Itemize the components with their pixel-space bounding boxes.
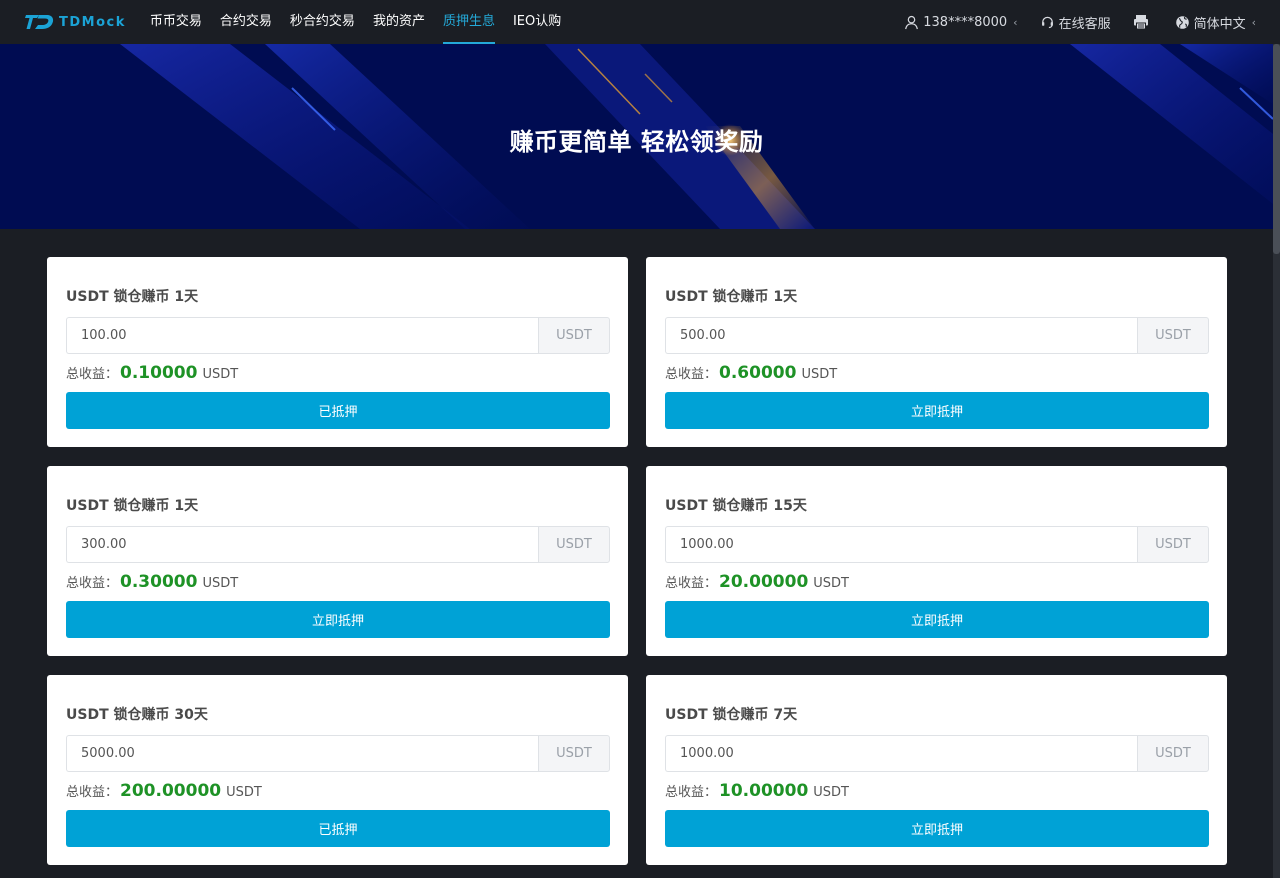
- profit-label: 总收益：: [66, 785, 119, 800]
- globe-icon: [1175, 15, 1189, 29]
- nav-item-staking[interactable]: 质押生息: [442, 0, 495, 44]
- amount-unit-addon: USDT: [1137, 317, 1209, 354]
- user-phone: 138****8000: [923, 14, 1008, 30]
- amount-input-group: USDT: [665, 526, 1209, 563]
- profit-value: 0.60000: [719, 363, 797, 383]
- profit-unit: USDT: [813, 785, 849, 800]
- chevron-left-icon: ‹: [1013, 15, 1018, 29]
- profit-unit: USDT: [813, 576, 849, 591]
- profit-label: 总收益：: [665, 785, 718, 800]
- nav-item-my-assets[interactable]: 我的资产: [373, 0, 425, 44]
- pledge-button[interactable]: 立即抵押: [665, 810, 1209, 847]
- amount-input-group: USDT: [66, 526, 610, 563]
- profit-unit: USDT: [202, 367, 239, 382]
- staking-card: USDT 锁仓赚币 30天 USDT 总收益： 200.00000 USDT 已…: [47, 675, 628, 865]
- staking-card: USDT 锁仓赚币 15天 USDT 总收益： 20.00000 USDT 立即…: [646, 466, 1227, 656]
- card-title: USDT 锁仓赚币 7天: [665, 707, 798, 723]
- profit-value: 0.30000: [120, 572, 198, 592]
- support-link[interactable]: 在线客服: [1040, 13, 1111, 32]
- card-title: USDT 锁仓赚币 1天: [66, 498, 199, 514]
- headset-icon: [1041, 16, 1053, 28]
- scrollbar-thumb[interactable]: [1273, 44, 1280, 254]
- download-app-button[interactable]: [1133, 14, 1153, 30]
- pledge-button[interactable]: 已抵押: [66, 392, 610, 429]
- profit-value: 200.00000: [120, 781, 222, 801]
- main-nav: 币币交易 合约交易 秒合约交易 我的资产 质押生息 IEO认购: [142, 0, 571, 44]
- amount-input[interactable]: [66, 317, 538, 354]
- profit-row: 总收益： 0.30000 USDT: [66, 572, 610, 594]
- hero-banner: 赚币更简单 轻松领奖励: [0, 44, 1273, 229]
- language-label: 简体中文: [1193, 16, 1246, 32]
- printer-icon: [1133, 15, 1148, 30]
- amount-unit-addon: USDT: [1137, 526, 1209, 563]
- profit-row: 总收益： 20.00000 USDT: [665, 572, 1209, 594]
- profit-row: 总收益： 0.10000 USDT: [66, 363, 610, 385]
- profit-unit: USDT: [801, 367, 838, 382]
- card-title: USDT 锁仓赚币 1天: [66, 289, 199, 305]
- profit-unit: USDT: [226, 785, 262, 800]
- support-label: 在线客服: [1058, 16, 1111, 32]
- profit-row: 总收益： 10.00000 USDT: [665, 781, 1209, 803]
- logo-text: TDMock: [59, 14, 126, 30]
- amount-unit-addon: USDT: [538, 735, 610, 772]
- pledge-button[interactable]: 已抵押: [66, 810, 610, 847]
- profit-label: 总收益：: [66, 576, 119, 591]
- language-selector[interactable]: 简体中文 ‹: [1175, 13, 1256, 32]
- amount-input[interactable]: [665, 735, 1137, 772]
- amount-unit-addon: USDT: [1137, 735, 1209, 772]
- profit-row: 总收益： 0.60000 USDT: [665, 363, 1209, 385]
- card-title: USDT 锁仓赚币 1天: [665, 289, 798, 305]
- amount-input-group: USDT: [66, 735, 610, 772]
- amount-input[interactable]: [665, 526, 1137, 563]
- staking-card: USDT 锁仓赚币 1天 USDT 总收益： 0.10000 USDT 已抵押: [47, 257, 628, 447]
- profit-label: 总收益：: [665, 576, 718, 591]
- card-title: USDT 锁仓赚币 30天: [66, 707, 208, 723]
- pledge-button[interactable]: 立即抵押: [665, 392, 1209, 429]
- amount-input-group: USDT: [665, 317, 1209, 354]
- card-title: USDT 锁仓赚币 15天: [665, 498, 807, 514]
- amount-input[interactable]: [66, 526, 538, 563]
- chevron-left-icon: ‹: [1251, 15, 1256, 29]
- profit-unit: USDT: [202, 576, 239, 591]
- user-icon: [905, 15, 919, 29]
- top-navbar: TDMock 币币交易 合约交易 秒合约交易 我的资产 质押生息 IEO认购 1…: [0, 0, 1280, 44]
- profit-value: 0.10000: [120, 363, 198, 383]
- staking-card: USDT 锁仓赚币 7天 USDT 总收益： 10.00000 USDT 立即抵…: [646, 675, 1227, 865]
- profit-label: 总收益：: [66, 367, 119, 382]
- amount-unit-addon: USDT: [538, 526, 610, 563]
- pledge-button[interactable]: 立即抵押: [665, 601, 1209, 638]
- amount-input-group: USDT: [66, 317, 610, 354]
- pledge-button[interactable]: 立即抵押: [66, 601, 610, 638]
- nav-item-ieo[interactable]: IEO认购: [513, 0, 561, 44]
- amount-input[interactable]: [665, 317, 1137, 354]
- amount-unit-addon: USDT: [538, 317, 610, 354]
- nav-item-second-contract[interactable]: 秒合约交易: [290, 0, 355, 44]
- nav-item-spot-trading[interactable]: 币币交易: [150, 0, 202, 44]
- staking-card: USDT 锁仓赚币 1天 USDT 总收益： 0.60000 USDT 立即抵押: [646, 257, 1227, 447]
- page-scrollbar[interactable]: [1273, 44, 1280, 878]
- logo-icon: [25, 15, 54, 29]
- profit-label: 总收益：: [665, 367, 718, 382]
- staking-card: USDT 锁仓赚币 1天 USDT 总收益： 0.30000 USDT 立即抵押: [47, 466, 628, 656]
- amount-input-group: USDT: [665, 735, 1209, 772]
- logo[interactable]: TDMock: [24, 0, 126, 44]
- amount-input[interactable]: [66, 735, 538, 772]
- profit-value: 20.00000: [719, 572, 809, 592]
- banner-title: 赚币更简单 轻松领奖励: [509, 128, 764, 156]
- profit-row: 总收益： 200.00000 USDT: [66, 781, 610, 803]
- user-menu[interactable]: 138****8000 ‹: [904, 14, 1018, 30]
- nav-item-contract-trading[interactable]: 合约交易: [220, 0, 272, 44]
- header-right: 138****8000 ‹ 在线客服 简体中文 ‹: [882, 0, 1256, 44]
- profit-value: 10.00000: [719, 781, 809, 801]
